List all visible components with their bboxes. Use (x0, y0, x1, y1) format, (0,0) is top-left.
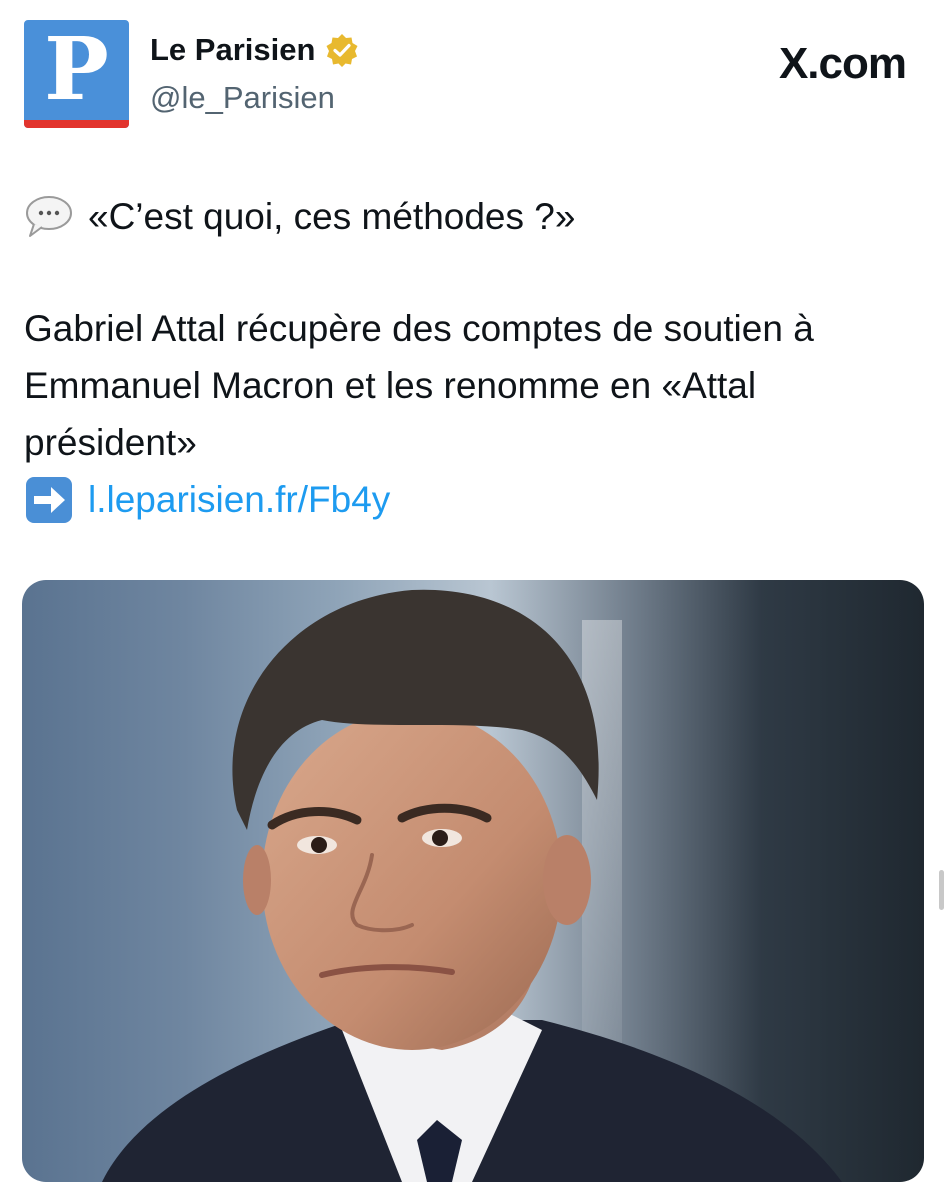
account-avatar[interactable]: P (24, 20, 129, 128)
account-name[interactable]: Le Parisien (150, 30, 315, 70)
x-com-text: X.com (778, 39, 907, 88)
tweet-header: P Le Parisien @le_Parisien X.com (0, 0, 946, 150)
speech-bubble-icon (24, 194, 74, 240)
x-com-label: X.com (778, 38, 907, 90)
pupil (432, 830, 448, 846)
tweet-text: «C’est quoi, ces méthodes ?» Gabriel Att… (24, 188, 924, 528)
tweet-photo[interactable] (22, 580, 924, 1182)
avatar-stripe (24, 120, 129, 128)
quote-text: «C’est quoi, ces méthodes ?» (88, 196, 576, 237)
gold-verified-badge-icon[interactable] (325, 33, 359, 67)
body-line: Emmanuel Macron et les renomme en «Attal (24, 365, 757, 406)
avatar-letter: P (44, 20, 109, 120)
right-arrow-icon (24, 475, 74, 525)
body-line: Gabriel Attal récupère des comptes de so… (24, 308, 814, 349)
face (262, 710, 562, 1050)
link-line: l.leparisien.fr/Fb4y (24, 471, 924, 528)
account-handle[interactable]: @le_Parisien (150, 78, 335, 118)
name-row: Le Parisien (150, 30, 359, 70)
scrollbar[interactable] (939, 870, 944, 910)
article-link[interactable]: l.leparisien.fr/Fb4y (88, 471, 390, 528)
ear (543, 835, 591, 925)
body-line: président» (24, 422, 197, 463)
pupil (311, 837, 327, 853)
quote-line: «C’est quoi, ces méthodes ?» (24, 188, 924, 245)
ear (243, 845, 271, 915)
